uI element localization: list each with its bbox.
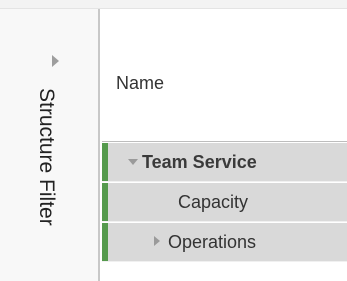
- tree-row-team-service[interactable]: Team Service: [102, 143, 347, 182]
- column-header-name: Name: [116, 73, 165, 93]
- top-edge: [0, 0, 347, 9]
- structure-filter-panel[interactable]: Structure Filter: [0, 9, 100, 281]
- structure-filter-title[interactable]: Structure Filter: [34, 88, 58, 226]
- row-label: Team Service: [142, 152, 257, 172]
- row-accent-bar: [102, 223, 108, 261]
- caret-right-icon[interactable]: [154, 236, 160, 246]
- chevron-right-icon[interactable]: [52, 55, 59, 67]
- tree-row-capacity[interactable]: Capacity: [102, 183, 347, 222]
- row-label: Operations: [168, 232, 257, 252]
- tree-row-operations[interactable]: Operations: [102, 223, 347, 262]
- row-accent-bar: [102, 143, 108, 181]
- structure-grid: Name Team Service Capacity Operations: [102, 9, 347, 281]
- row-label: Capacity: [178, 192, 249, 212]
- row-accent-bar: [102, 183, 108, 221]
- caret-down-icon[interactable]: [128, 159, 138, 165]
- column-header[interactable]: Name: [102, 9, 347, 142]
